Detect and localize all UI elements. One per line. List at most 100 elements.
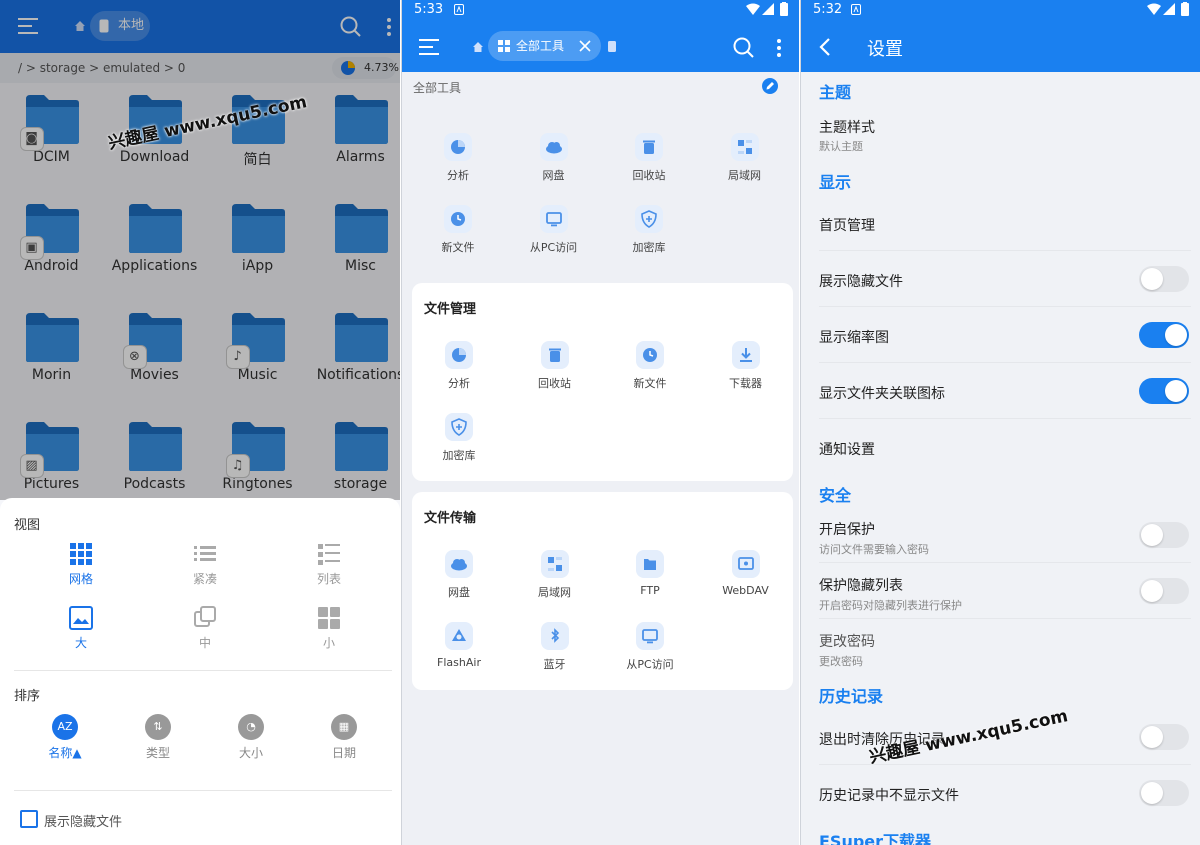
ftp-icon (636, 550, 664, 578)
setting-enable-protection[interactable]: 开启保护 (819, 519, 875, 539)
tool-item[interactable]: 加密库 (411, 413, 507, 463)
tool-item[interactable]: 网盘 (506, 133, 602, 183)
pie-icon (340, 60, 356, 76)
folder-item[interactable]: ▨ Pictures (0, 412, 103, 492)
folder-item[interactable]: ⊗ Movies (103, 303, 206, 383)
folder-label: Movies (130, 367, 179, 383)
search-icon[interactable] (340, 16, 362, 38)
folder-item[interactable]: Notifications (309, 303, 400, 383)
search-icon[interactable] (733, 37, 755, 59)
menu-icon[interactable] (18, 18, 38, 34)
size-large-option[interactable]: 大 (46, 606, 116, 651)
toggle-knob (1141, 580, 1163, 602)
edit-icon[interactable] (762, 78, 778, 94)
top-bar: 5:32 设置 (801, 0, 1200, 72)
folder-label: DCIM (33, 149, 70, 165)
tool-item[interactable]: FTP (602, 550, 698, 597)
shield-icon (635, 205, 663, 233)
tool-item[interactable]: 从PC访问 (602, 622, 698, 672)
view-list-option[interactable]: 列表 (294, 542, 364, 587)
more-icon[interactable] (386, 17, 392, 37)
setting-show-thumbnails[interactable]: 显示缩率图 (819, 327, 889, 347)
tool-item[interactable]: 蓝牙 (507, 622, 603, 672)
status-time: 5:32 (813, 2, 843, 17)
setting-home-manage[interactable]: 首页管理 (819, 215, 875, 235)
setting-protect-hidden[interactable]: 保护隐藏列表 (819, 575, 903, 595)
folder-item[interactable]: ♫ Ringtones (206, 412, 309, 492)
folder-item[interactable]: Alarms (309, 85, 400, 165)
show-hidden-checkbox[interactable] (20, 810, 38, 828)
setting-theme-style[interactable]: 主题样式 (819, 117, 875, 137)
size-medium-option[interactable]: 中 (170, 606, 240, 651)
tool-item[interactable]: 分析 (410, 133, 506, 183)
folder-item[interactable]: Applications (103, 194, 206, 274)
tool-item[interactable]: FlashAir (411, 622, 507, 669)
sort-size-option[interactable]: ◔ 大小 (216, 714, 286, 761)
tool-item[interactable]: 回收站 (507, 341, 603, 391)
folder-item[interactable]: Misc (309, 194, 400, 274)
tool-item[interactable]: 网盘 (411, 550, 507, 600)
folder-item[interactable]: ▣ Android (0, 194, 103, 274)
toggle-show-thumbnails[interactable] (1139, 322, 1189, 348)
folder-item[interactable]: ♪ Music (206, 303, 309, 383)
toggle-folder-icons[interactable] (1139, 378, 1189, 404)
settings-screen: 5:32 设置 主题 主题样式 默认主题 显示 首页管理 展示隐藏文件 显示缩率… (800, 0, 1200, 845)
toggle-clear-history[interactable] (1139, 724, 1189, 750)
folder-icon (230, 202, 286, 254)
view-grid-option[interactable]: 网格 (46, 542, 116, 587)
folder-label: Music (237, 367, 278, 383)
flashair-icon (445, 622, 473, 650)
cloud-icon (539, 133, 568, 161)
tool-item[interactable]: 回收站 (601, 133, 697, 183)
toggle-enable-protection[interactable] (1139, 522, 1189, 548)
more-icon[interactable] (776, 38, 782, 58)
menu-icon[interactable] (419, 39, 439, 55)
folder-item[interactable]: Podcasts (103, 412, 206, 492)
view-compact-option[interactable]: 紧凑 (170, 542, 240, 587)
download-icon (731, 341, 760, 369)
theme-style-value: 默认主题 (819, 140, 863, 153)
home-icon[interactable] (75, 21, 85, 31)
setting-notifications[interactable]: 通知设置 (819, 439, 875, 459)
folder-item[interactable]: Morin (0, 303, 103, 383)
size-small-option[interactable]: 小 (294, 606, 364, 651)
tool-item[interactable]: 新文件 (410, 205, 506, 255)
tool-item[interactable]: 分析 (411, 341, 507, 391)
tool-item[interactable]: 局域网 (697, 133, 793, 183)
sort-date-option[interactable]: ▦ 日期 (309, 714, 379, 761)
toggle-protect-hidden[interactable] (1139, 578, 1189, 604)
phone-icon[interactable] (608, 41, 616, 52)
home-icon[interactable] (473, 42, 483, 52)
sort-title: 排序 (14, 689, 41, 704)
back-arrow-icon[interactable] (819, 37, 831, 57)
tool-item[interactable]: 下载器 (698, 341, 794, 391)
folder-label: Applications (111, 258, 198, 274)
setting-show-hidden[interactable]: 展示隐藏文件 (819, 271, 903, 291)
wifi-icon (1147, 3, 1161, 15)
signal-icon (1163, 3, 1175, 15)
folder-item[interactable]: storage (309, 412, 400, 492)
tool-item[interactable]: WebDAV (698, 550, 794, 597)
sort-name-option[interactable]: AZ 名称▲ (30, 714, 100, 761)
tool-item[interactable]: 从PC访问 (506, 205, 602, 255)
divider (819, 562, 1191, 563)
setting-hide-history-files[interactable]: 历史记录中不显示文件 (819, 785, 959, 805)
setting-folder-icons[interactable]: 显示文件夹关联图标 (819, 383, 945, 403)
sort-icon: ◔ (238, 714, 264, 740)
tool-item[interactable]: 新文件 (602, 341, 698, 391)
folder-item[interactable]: iApp (206, 194, 309, 274)
protect-hidden-sub: 开启密码对隐藏列表进行保护 (819, 599, 962, 612)
divider (819, 362, 1191, 363)
setting-change-password[interactable]: 更改密码 (819, 631, 875, 651)
toggle-hide-history-files[interactable] (1139, 780, 1189, 806)
tab-local[interactable]: 本地 (90, 11, 150, 41)
tool-item[interactable]: 加密库 (601, 205, 697, 255)
toggle-show-hidden[interactable] (1139, 266, 1189, 292)
enable-protection-sub: 访问文件需要输入密码 (819, 543, 929, 556)
tab-all-tools[interactable]: 全部工具 (488, 31, 601, 61)
storage-usage[interactable]: 4.73% (332, 57, 399, 79)
close-icon[interactable] (579, 40, 591, 52)
folder-item[interactable]: ◙ DCIM (0, 85, 103, 165)
sort-type-option[interactable]: ⇅ 类型 (123, 714, 193, 761)
tool-item[interactable]: 局域网 (507, 550, 603, 600)
